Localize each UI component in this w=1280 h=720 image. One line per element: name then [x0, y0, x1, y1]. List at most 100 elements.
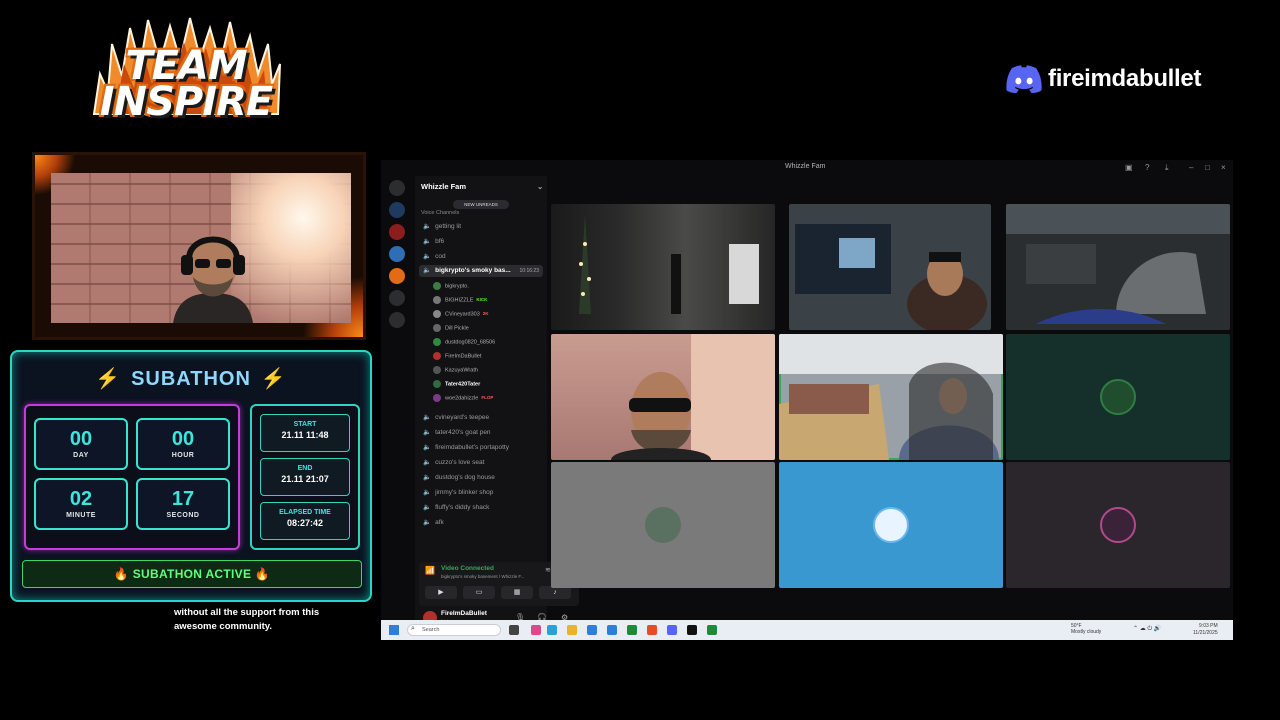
- voice-channel[interactable]: 🔈 bf6: [423, 237, 444, 245]
- edge-icon[interactable]: [547, 625, 557, 635]
- obs-icon[interactable]: [687, 625, 697, 635]
- weather-widget[interactable]: 50°F Mostly cloudy: [1071, 623, 1101, 635]
- voice-channel[interactable]: 🔈 cvineyard's teepee: [423, 413, 489, 421]
- task-view-icon[interactable]: [509, 625, 519, 635]
- video-tile[interactable]: [1006, 204, 1230, 330]
- signal-icon: 📶: [425, 566, 435, 575]
- server-icon[interactable]: [389, 268, 405, 284]
- minimize-icon[interactable]: –: [1189, 163, 1193, 172]
- video-tile[interactable]: [551, 334, 775, 460]
- server-icon[interactable]: [389, 202, 405, 218]
- lightning-icon: ⚡: [95, 368, 122, 390]
- member-item[interactable]: Dill Pickle: [433, 324, 469, 332]
- avatar: [1100, 379, 1136, 415]
- store-icon[interactable]: [587, 625, 597, 635]
- voice-channel[interactable]: 🔈 jimmy's blinker shop: [423, 488, 493, 496]
- voice-location: bigkrypto's smoky basement / Whizzle F..…: [441, 574, 525, 579]
- activities-button[interactable]: ▦: [501, 586, 533, 599]
- system-clock[interactable]: 9:03 PM 11/21/2025: [1193, 623, 1218, 637]
- start-time: START 21.11 11:48: [260, 414, 350, 452]
- logo-line-2: INSPIRE: [99, 79, 274, 125]
- close-icon[interactable]: ×: [1221, 163, 1226, 172]
- member-item[interactable]: KazuyaWrath: [433, 366, 478, 374]
- add-server-icon[interactable]: [389, 290, 405, 306]
- member-item[interactable]: FireImDaBullet: [433, 352, 481, 360]
- end-time: END 21.11 21:07: [260, 458, 350, 496]
- xbox-icon[interactable]: [627, 625, 637, 635]
- windows-start-icon[interactable]: [389, 625, 399, 635]
- screenshare-button[interactable]: ▭: [463, 586, 495, 599]
- member-item[interactable]: Tater420Tater: [433, 380, 480, 388]
- member-item[interactable]: BIGHIZZLE KICK: [433, 296, 487, 304]
- discord-taskbar-icon[interactable]: [667, 625, 677, 635]
- noise-suppression-icon[interactable]: ≋: [545, 566, 551, 574]
- fire-icon: 🔥: [113, 567, 130, 581]
- system-tray-icons[interactable]: ⌃ ☁ ⏻ 🔊: [1133, 625, 1161, 633]
- subathon-title: ⚡ SUBATHON ⚡: [95, 368, 287, 390]
- maximize-icon[interactable]: □: [1205, 163, 1210, 172]
- camera-button[interactable]: ▶: [425, 586, 457, 599]
- voice-channel[interactable]: 🔈 cuzzo's love seat: [423, 458, 484, 466]
- avatar: [433, 310, 441, 318]
- video-tile-avatar[interactable]: [779, 462, 1003, 588]
- voice-channel[interactable]: 🔈 fluffy's diddy shack: [423, 503, 489, 511]
- discord-brand: fireimdabullet: [1006, 62, 1201, 96]
- inbox-icon[interactable]: ▣: [1125, 163, 1133, 172]
- video-feed-desk: [795, 224, 987, 330]
- speaker-icon: 🔈: [423, 519, 432, 526]
- elapsed-time: ELAPSED TIME 08:27:42: [260, 502, 350, 540]
- video-tile-speaking[interactable]: [779, 334, 1003, 460]
- taskbar-search[interactable]: Search: [407, 624, 501, 636]
- title-bar: Whizzle Fam ▣ ? ⤓ – □ ×: [381, 160, 1233, 176]
- server-icon[interactable]: [389, 224, 405, 240]
- voice-channel[interactable]: 🔈 getting lit: [423, 222, 461, 230]
- new-unreads-pill[interactable]: NEW UNREADS: [453, 200, 509, 209]
- server-name[interactable]: Whizzle Fam ⌄: [421, 182, 543, 191]
- avatar: [433, 296, 441, 304]
- subathon-info: START 21.11 11:48 END 21.11 21:07 ELAPSE…: [250, 404, 360, 550]
- discord-home-icon[interactable]: [389, 180, 405, 196]
- file-explorer-icon[interactable]: [567, 625, 577, 635]
- voice-channel[interactable]: 🔈 fireimdabullet's portapotty: [423, 443, 509, 451]
- video-tile-avatar[interactable]: [1006, 334, 1230, 460]
- video-tile-avatar[interactable]: [1006, 462, 1230, 588]
- user-name: FireImDaBullet: [441, 610, 487, 617]
- avatar: [433, 380, 441, 388]
- app-icon[interactable]: [531, 625, 541, 635]
- voice-channel-active[interactable]: 🔈 bigkrypto's smoky bas... 10:16:23: [419, 265, 543, 277]
- voice-channel[interactable]: 🔈 dustdog's dog house: [423, 473, 495, 481]
- member-item[interactable]: woe2dahizzle FLOP: [433, 394, 493, 402]
- server-icon[interactable]: [389, 246, 405, 262]
- avatar: [645, 507, 681, 543]
- member-item[interactable]: bigkrypto.: [433, 282, 469, 290]
- avatar: [873, 507, 909, 543]
- voice-channel[interactable]: 🔈 afk: [423, 518, 444, 526]
- timer-minute: 02 MINUTE: [34, 478, 128, 530]
- help-icon[interactable]: ?: [1145, 163, 1149, 172]
- channel-list: Whizzle Fam ⌄ NEW UNREADS Voice Channels …: [415, 176, 579, 625]
- video-tile-avatar[interactable]: [551, 462, 775, 588]
- mail-icon[interactable]: [607, 625, 617, 635]
- video-tile[interactable]: [551, 204, 775, 330]
- webcam-video: [51, 173, 351, 323]
- voice-channel[interactable]: 🔈 cod: [423, 252, 446, 260]
- speaker-icon: 🔈: [423, 238, 432, 245]
- countdown-clock: 00 DAY 00 HOUR 02 MINUTE 17 SECOND: [24, 404, 240, 550]
- video-tile[interactable]: [789, 204, 991, 330]
- app-icon[interactable]: [707, 625, 717, 635]
- webcam-frame: [32, 152, 366, 340]
- video-feed-streamer: [611, 334, 775, 460]
- chrome-icon[interactable]: [647, 625, 657, 635]
- member-item[interactable]: dustdog0820_68506: [433, 338, 495, 346]
- speaker-icon: 🔈: [423, 459, 432, 466]
- discord-window: Whizzle Fam ▣ ? ⤓ – □ × Whizzle Fam ⌄ NEW…: [381, 160, 1233, 640]
- fire-icon: 🔥: [254, 567, 271, 581]
- team-inspire-logo: TEAM INSPIRE: [86, 14, 286, 126]
- voice-channel[interactable]: 🔈 tater420's goat pen: [423, 428, 491, 436]
- download-icon[interactable]: ⤓: [1165, 163, 1169, 173]
- avatar: [433, 352, 441, 360]
- timer-second: 17 SECOND: [136, 478, 230, 530]
- member-item[interactable]: CVineyard303 2K: [433, 310, 489, 318]
- explore-icon[interactable]: [389, 312, 405, 328]
- speaker-icon: 🔈: [423, 429, 432, 436]
